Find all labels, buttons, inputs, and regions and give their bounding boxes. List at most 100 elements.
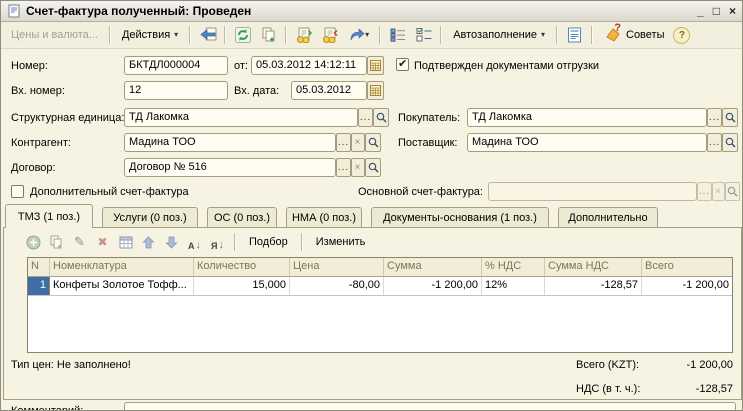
number-field[interactable]: БКТДЛ000004	[124, 56, 228, 75]
supplier-select-button[interactable]: ...	[707, 133, 722, 152]
post-document-button[interactable]	[292, 24, 315, 46]
date-field[interactable]: 05.03.2012 14:12:11	[251, 56, 367, 75]
add-row-button[interactable]	[25, 234, 42, 251]
tab-base-documents[interactable]: Документы-основания (1 поз.)	[371, 207, 549, 227]
arrow-up-icon	[142, 236, 155, 249]
structural-unit-select-button[interactable]: ...	[358, 108, 373, 127]
col-vat-sum[interactable]: Сумма НДС	[545, 258, 642, 276]
main-invoice-field[interactable]	[488, 182, 697, 201]
sort-descending-button[interactable]: Я↓	[209, 234, 226, 251]
supplier-open-button[interactable]	[722, 133, 738, 152]
col-sum[interactable]: Сумма	[384, 258, 482, 276]
cell-total[interactable]: -1 200,00	[642, 277, 732, 295]
counterparty-select-button[interactable]: ...	[336, 133, 351, 152]
add-icon	[26, 235, 41, 250]
main-invoice-select-button[interactable]: ...	[697, 182, 712, 201]
table-row[interactable]: 1 Конфеты Золотое Тофф... 15,000 -80,00 …	[28, 277, 732, 296]
move-up-button[interactable]	[140, 234, 157, 251]
col-price[interactable]: Цена	[290, 258, 384, 276]
supplier-label: Поставщик:	[398, 137, 457, 149]
tab-additional[interactable]: Дополнительно	[558, 207, 658, 227]
minimize-button[interactable]: _	[697, 6, 704, 16]
title-bar[interactable]: Счет-фактура полученный: Проведен _ □ ×	[1, 1, 742, 22]
unpost-document-icon	[321, 27, 338, 43]
supplier-field[interactable]: Мадина ТОО	[467, 133, 707, 152]
move-down-button[interactable]	[163, 234, 180, 251]
unpost-document-button[interactable]	[318, 24, 341, 46]
cell-vat-percent[interactable]: 12%	[482, 277, 545, 295]
col-n[interactable]: N	[28, 258, 50, 276]
autofill-button[interactable]: Автозаполнение▾	[447, 26, 551, 44]
additional-invoice-checkbox[interactable]	[11, 185, 24, 198]
date-calendar-button[interactable]	[367, 56, 384, 75]
cell-price[interactable]: -80,00	[290, 277, 384, 295]
close-button[interactable]: ×	[729, 6, 736, 16]
copy-row-button[interactable]	[48, 234, 65, 251]
post-and-close-button[interactable]	[196, 24, 219, 46]
post-close-icon	[199, 27, 217, 43]
main-invoice-open-button[interactable]	[725, 182, 740, 201]
col-nomenclature[interactable]: Номенклатура	[50, 258, 194, 276]
prices-currency-button[interactable]: Цены и валюта...	[5, 26, 104, 44]
grid-settings-button[interactable]	[117, 234, 134, 251]
contract-clear-button[interactable]: ×	[351, 158, 365, 177]
cell-sum[interactable]: -1 200,00	[384, 277, 482, 295]
edit-button[interactable]: Изменить	[311, 236, 371, 248]
incoming-number-label: Вх. номер:	[11, 85, 65, 97]
contract-label: Договор:	[11, 162, 56, 174]
counterparty-field[interactable]: Мадина ТОО	[124, 133, 336, 152]
tab-os[interactable]: ОС (0 поз.)	[207, 207, 277, 227]
cell-n[interactable]: 1	[28, 277, 50, 295]
report-icon	[567, 27, 582, 43]
sort-ascending-button[interactable]: А↓	[186, 234, 203, 251]
create-based-on-button[interactable]: ▾	[344, 24, 374, 46]
refresh-button[interactable]	[231, 24, 254, 46]
buyer-open-button[interactable]	[722, 108, 738, 127]
cell-nomenclature[interactable]: Конфеты Золотое Тофф...	[50, 277, 194, 295]
incoming-date-calendar-button[interactable]	[367, 81, 384, 100]
incoming-date-label: Вх. дата:	[234, 85, 279, 97]
col-quantity[interactable]: Количество	[194, 258, 290, 276]
tab-nma[interactable]: НМА (0 поз.)	[286, 207, 362, 227]
help-icon[interactable]: ?	[673, 27, 690, 44]
cell-vat-sum[interactable]: -128,57	[545, 277, 642, 295]
structural-unit-field[interactable]: ТД Лакомка	[124, 108, 358, 127]
report-button[interactable]	[563, 24, 586, 46]
cell-quantity[interactable]: 15,000	[194, 277, 290, 295]
pick-button[interactable]: Подбор	[244, 236, 293, 248]
maximize-button[interactable]: □	[713, 6, 720, 16]
tab-tmz[interactable]: ТМЗ (1 поз.)	[5, 204, 93, 228]
edit-row-button[interactable]: ✎	[71, 234, 88, 251]
col-total[interactable]: Всего	[642, 258, 732, 276]
toolbar-separator	[591, 26, 593, 44]
magnifier-icon	[727, 186, 738, 197]
incoming-number-field[interactable]: 12	[124, 81, 228, 100]
vat-value: -128,57	[633, 383, 733, 395]
structural-unit-open-button[interactable]	[373, 108, 389, 127]
checklist-settings-button[interactable]	[412, 24, 435, 46]
comment-label: Комментарий:	[11, 405, 83, 411]
col-vat-percent[interactable]: % НДС	[482, 258, 545, 276]
delete-row-button[interactable]: ✖	[94, 234, 111, 251]
window-title: Счет-фактура полученный: Проведен	[26, 4, 692, 18]
actions-label: Действия	[122, 29, 170, 41]
copy-button[interactable]	[257, 24, 280, 46]
advice-button[interactable]: ? Советы	[598, 21, 670, 49]
incoming-date-field[interactable]: 05.03.2012	[291, 81, 367, 100]
main-invoice-clear-button[interactable]: ×	[712, 182, 725, 201]
contract-select-button[interactable]: ...	[336, 158, 351, 177]
table-empty-area[interactable]	[28, 296, 732, 352]
structure-button[interactable]	[386, 24, 409, 46]
counterparty-open-button[interactable]	[365, 133, 381, 152]
buyer-field[interactable]: ТД Лакомка	[467, 108, 707, 127]
contract-field[interactable]: Договор № 516	[124, 158, 336, 177]
confirmed-checkbox[interactable]	[396, 58, 409, 71]
buyer-select-button[interactable]: ...	[707, 108, 722, 127]
tab-services[interactable]: Услуги (0 поз.)	[102, 207, 198, 227]
table-header-row: N Номенклатура Количество Цена Сумма % Н…	[28, 258, 732, 277]
contract-open-button[interactable]	[365, 158, 381, 177]
toolbar-separator	[109, 26, 111, 44]
counterparty-clear-button[interactable]: ×	[351, 133, 365, 152]
comment-field[interactable]	[124, 402, 736, 411]
actions-button[interactable]: Действия▾	[116, 26, 184, 44]
